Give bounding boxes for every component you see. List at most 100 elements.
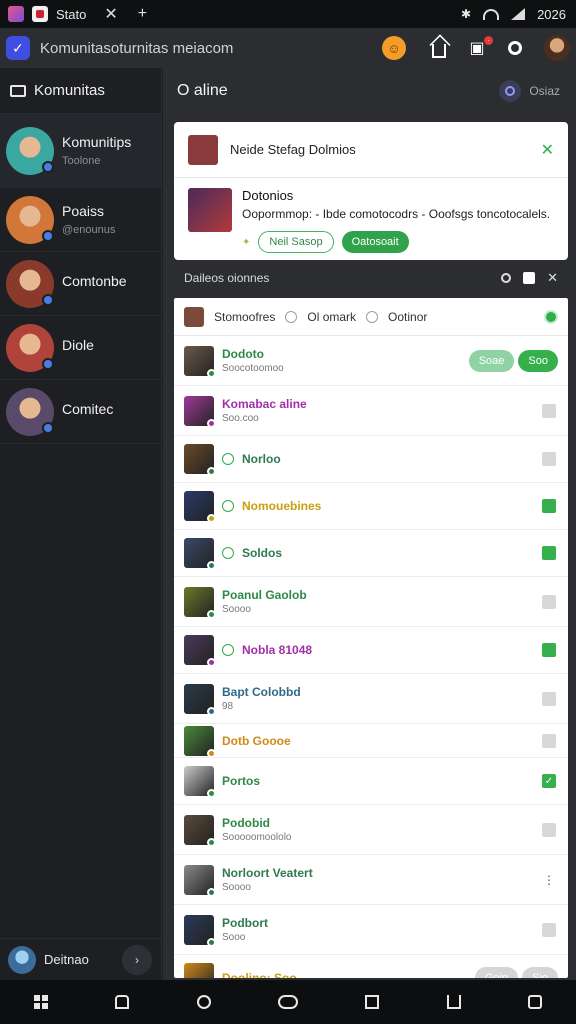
list-item[interactable]: Portos ✓ [174, 758, 568, 805]
row-checkbox[interactable] [542, 499, 556, 513]
notification-item-title: Dotonios [242, 188, 294, 203]
row-checkbox[interactable] [542, 546, 556, 560]
presence-icon [207, 789, 216, 798]
row-avatar [184, 538, 216, 570]
online-status-icon [544, 309, 558, 324]
list-item[interactable]: Podobid Sooooomoololo [174, 805, 568, 855]
list-item[interactable]: Doolino: Soo Goin Sio [174, 955, 568, 978]
sidebar: Komunitas Komunitips Toolone Poaiss @enounu… [0, 68, 162, 980]
row-checkbox[interactable] [542, 733, 556, 748]
notification-badge: · [484, 36, 493, 45]
bluetooth-icon: ✱ [461, 7, 472, 21]
list-item[interactable]: Soldos [174, 530, 568, 577]
presence-icon [207, 748, 216, 758]
wifi-icon [483, 8, 500, 20]
status-icon [42, 421, 54, 434]
refresh-icon[interactable] [501, 273, 512, 283]
row-checkbox[interactable]: ✓ [542, 774, 556, 788]
sidebar-footer[interactable]: Deitnao › [0, 938, 162, 980]
close-icon[interactable]: ✕ [541, 140, 554, 160]
list-item[interactable]: Komabac aline Soo.coo [174, 386, 568, 436]
list-item[interactable]: Norloo [174, 436, 568, 483]
emoji-icon[interactable]: ☺ [382, 36, 406, 60]
list-item[interactable]: Nobla 81048 [174, 627, 568, 674]
home-button[interactable] [426, 35, 452, 61]
sidebar-item-label: Poaiss [62, 203, 105, 219]
main-header: O aline Osiaz [163, 68, 576, 114]
list-item[interactable]: Podbort Sooo [174, 905, 568, 955]
apps-nav-icon[interactable] [446, 995, 461, 1009]
close-tab-icon[interactable]: ✕ [94, 4, 127, 24]
new-tab-icon[interactable]: + [128, 5, 157, 23]
community-avatar [6, 195, 54, 244]
row-checkbox[interactable] [542, 643, 556, 657]
sidebar-item-sub: Toolone [62, 155, 101, 167]
row-name: Dotb Goooe [222, 733, 291, 748]
tab-title: Stato [56, 6, 87, 22]
row-checkbox[interactable] [542, 594, 556, 609]
row-name: Nobla 81048 [242, 643, 313, 657]
row-sub: Soooo [222, 882, 251, 893]
col-stomoofres[interactable]: Stomoofres [214, 310, 275, 324]
chat-bubble-icon [222, 453, 234, 465]
presence-icon [207, 467, 216, 476]
list-item[interactable]: Norloort Veatert Soooo ⋮ [174, 855, 568, 905]
community-avatar [6, 259, 54, 308]
primary-action-button[interactable]: Oatosoait [341, 231, 409, 253]
col-omark[interactable]: Ol omark [307, 310, 356, 324]
presence-icon [207, 887, 216, 897]
notifications-button[interactable]: ▣ · [464, 35, 493, 61]
row-avatar [184, 635, 216, 667]
sidebar-item-label: Comitec [62, 401, 114, 417]
browser-tab[interactable]: Stato [24, 0, 94, 28]
user-avatar [8, 945, 36, 974]
list-item[interactable]: Nomouebines [174, 483, 568, 530]
row-name: Podobid [222, 816, 270, 830]
stop-icon[interactable] [523, 272, 536, 284]
sidebar-item[interactable]: Comitec [0, 380, 161, 444]
row-avatar [184, 864, 216, 897]
row-checkbox[interactable] [542, 403, 556, 418]
list-item[interactable]: Bapt Colobbd 98 [174, 674, 568, 724]
sidebar-item-label: Komunitips [62, 134, 132, 150]
windows-icon[interactable] [33, 995, 48, 1009]
more-icon[interactable]: ⋮ [542, 873, 556, 887]
back-nav-icon[interactable] [277, 995, 298, 1009]
sidebar-item[interactable]: Poaiss @enounus [0, 188, 161, 252]
secondary-action-button[interactable]: Neil Sasop [258, 231, 334, 253]
row-primary-button[interactable]: Soo [518, 349, 558, 372]
search-nav-icon[interactable] [196, 995, 211, 1009]
record-icon [508, 41, 522, 55]
clock: 2026 [537, 6, 566, 22]
row-checkbox[interactable] [542, 922, 556, 937]
col-ootinor[interactable]: Ootinor [388, 310, 427, 324]
list-item[interactable]: Dodoto Soocotoomoo Soae Soo [174, 336, 568, 386]
home-nav-icon[interactable] [115, 995, 130, 1009]
list-item[interactable]: Poanul Gaolob Soooo [174, 577, 568, 627]
row-sub: Sooo [222, 932, 246, 943]
record-button[interactable] [502, 35, 528, 61]
row-primary-button[interactable]: Sio [522, 967, 558, 978]
row-checkbox[interactable] [542, 822, 556, 837]
chevron-right-icon[interactable]: › [122, 944, 152, 975]
camera-nav-icon[interactable] [365, 995, 380, 1009]
sidebar-item[interactable]: Komunitips Toolone [0, 114, 161, 188]
sidebar-item[interactable]: Comtonbe [0, 252, 161, 316]
row-checkbox[interactable] [542, 452, 556, 466]
row-secondary-button[interactable]: Goin [474, 967, 519, 978]
sidebar-item[interactable]: Diole [0, 316, 161, 380]
row-avatar [184, 963, 214, 978]
tasks-nav-icon[interactable] [528, 995, 543, 1009]
row-avatar [184, 914, 216, 947]
row-secondary-button[interactable]: Soae [468, 349, 515, 372]
close-filter-icon[interactable]: ✕ [547, 270, 558, 286]
header-right-label[interactable]: Osiaz [529, 84, 560, 98]
url-field[interactable]: Komunitasoturnitas meiacom [40, 40, 382, 57]
row-sub: Sooooomoololo [222, 832, 292, 843]
profile-avatar[interactable] [544, 35, 570, 61]
list-item[interactable]: Dotb Goooe [174, 724, 568, 758]
row-checkbox[interactable] [542, 691, 556, 706]
sidebar-item-label: Diole [62, 337, 94, 353]
status-circle-icon[interactable] [499, 80, 522, 102]
row-name: Podbort [222, 916, 268, 930]
